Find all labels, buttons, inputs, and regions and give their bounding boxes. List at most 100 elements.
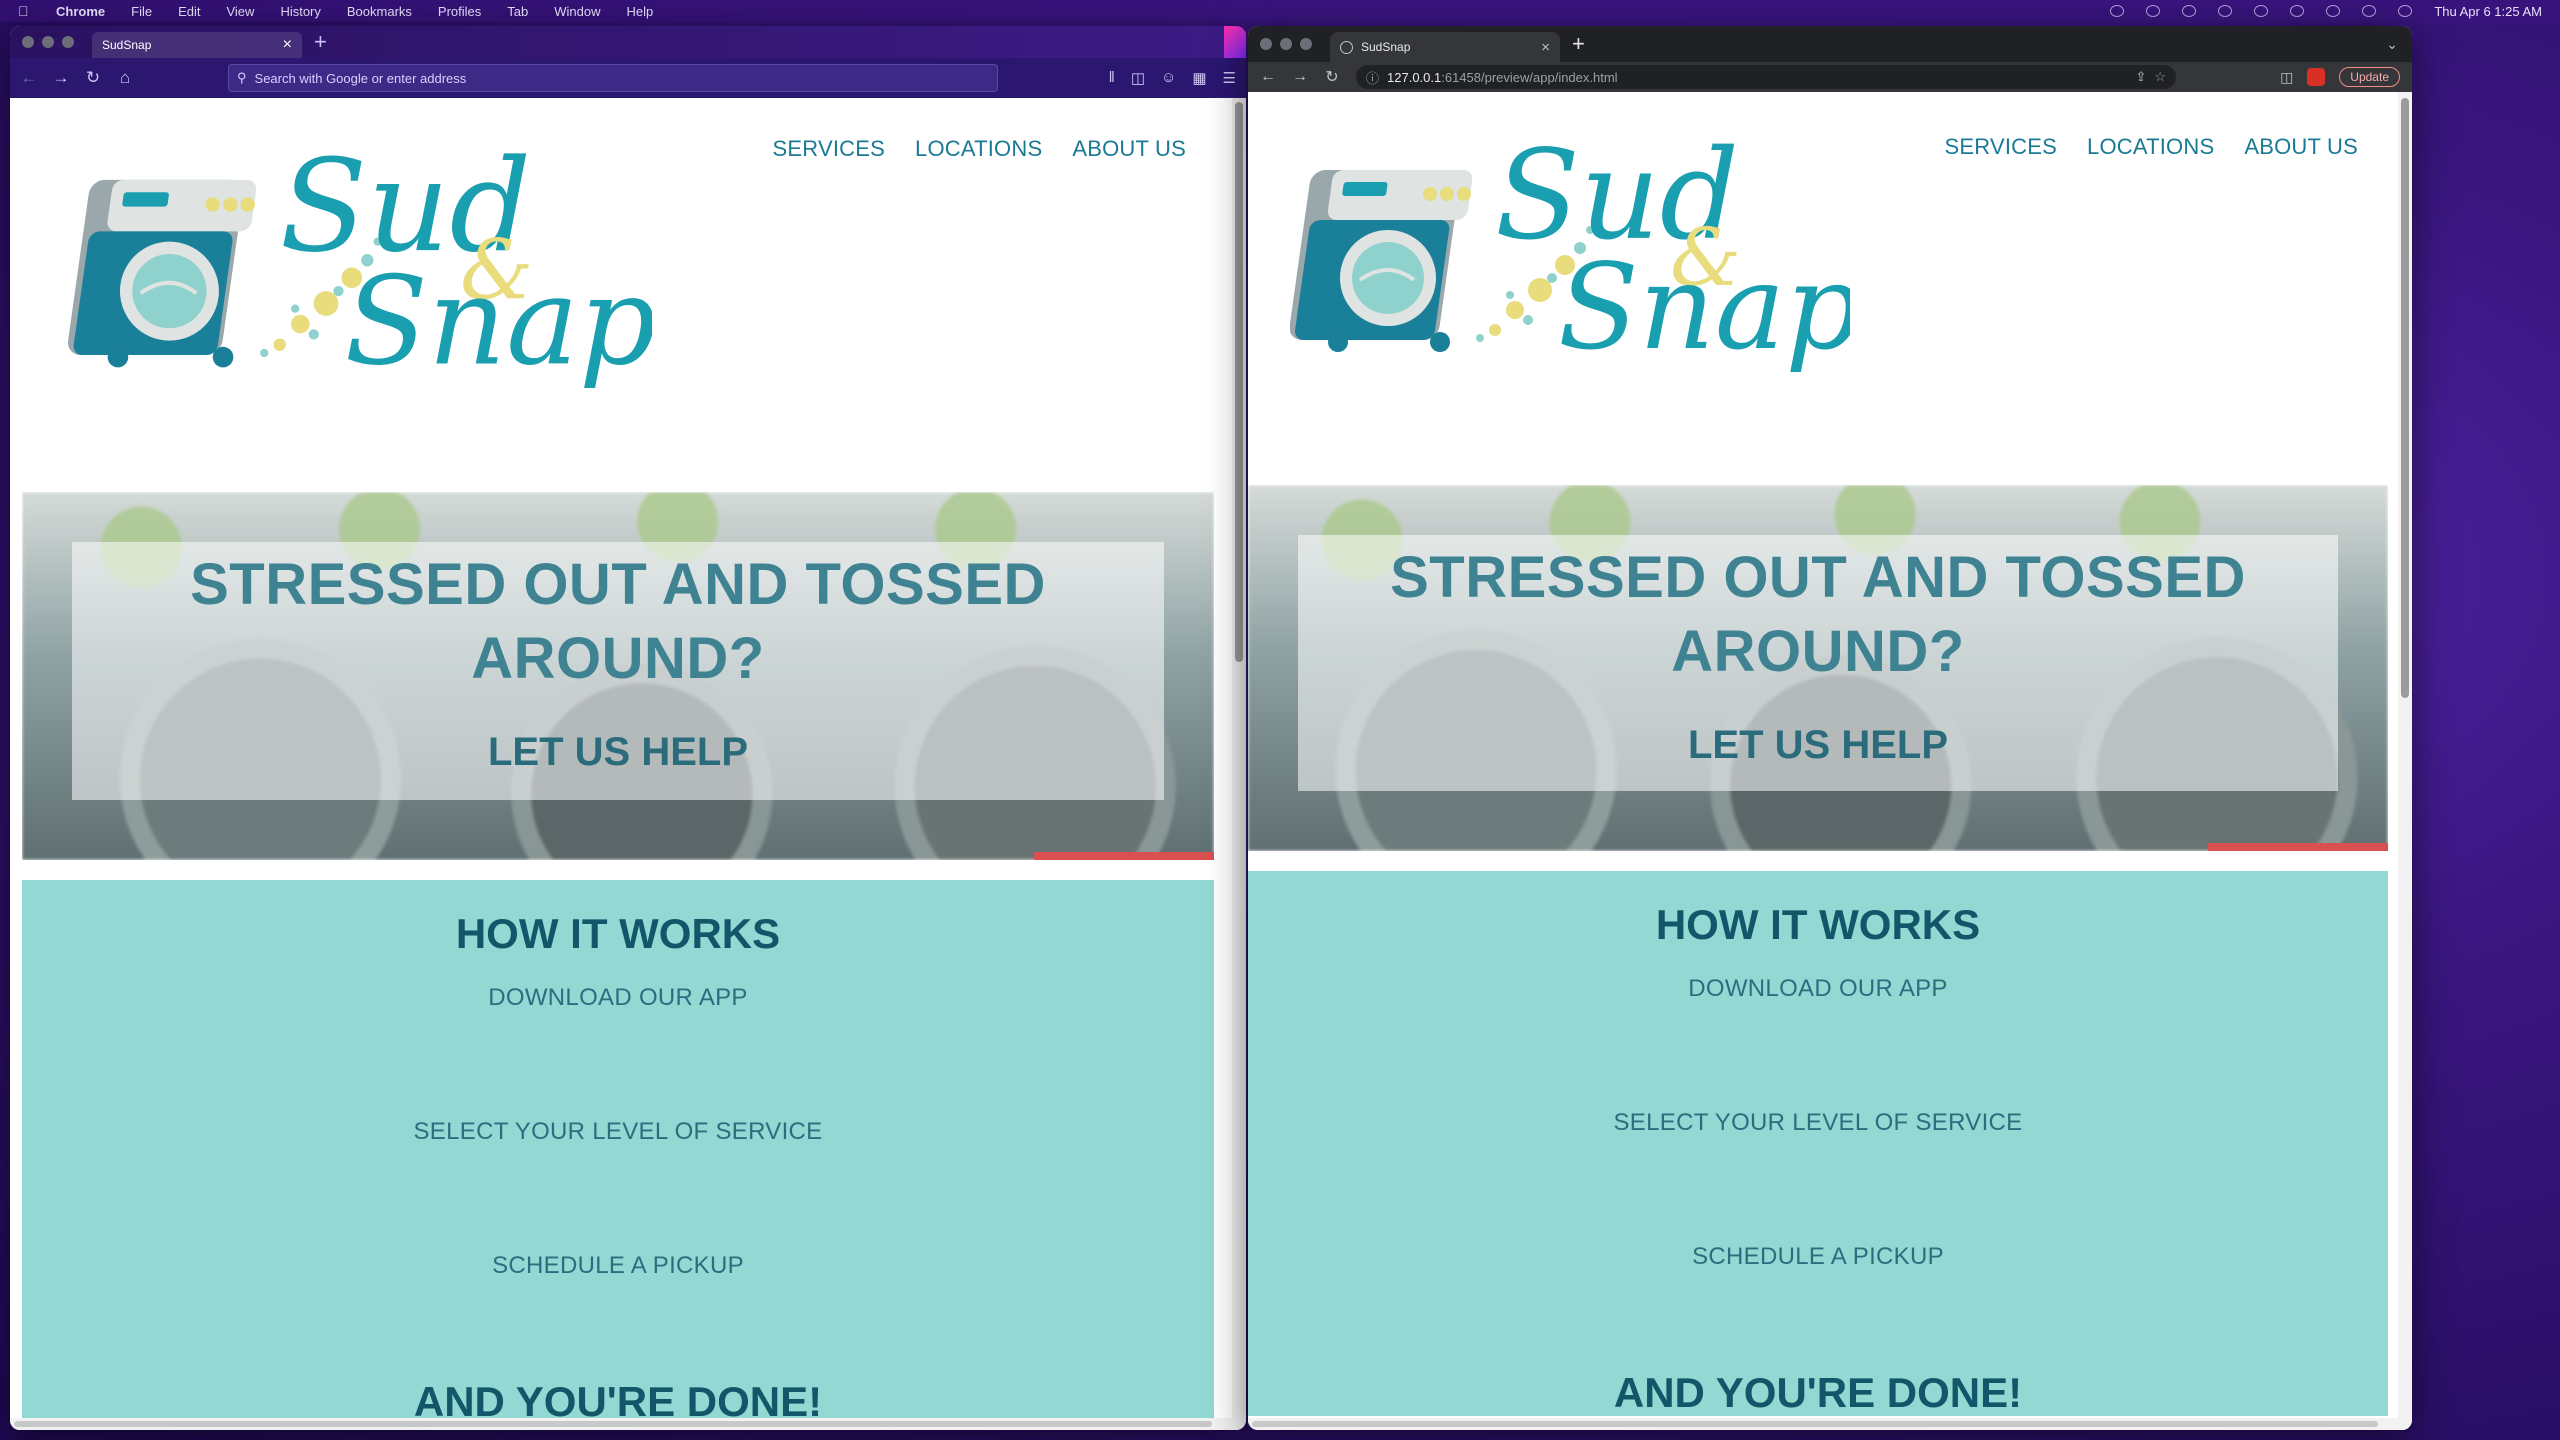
hero-section: STRESSED OUT AND TOSSED AROUND? LET US H… — [22, 492, 1214, 860]
step-download-app: DOWNLOAD OUR APP — [488, 984, 748, 1011]
nav-locations[interactable]: LOCATIONS — [915, 136, 1042, 162]
sidebar-icon[interactable]: ◫ — [1131, 69, 1145, 87]
side-panel-icon[interactable]: ◫ — [2280, 69, 2293, 86]
step-schedule-pickup: SCHEDULE A PICKUP — [1692, 1243, 1944, 1270]
sudsnap-logo[interactable]: Sud & Snap — [1290, 110, 1850, 372]
menu-edit[interactable]: Edit — [178, 4, 200, 19]
washing-machine-icon — [1290, 170, 1473, 352]
forward-icon[interactable]: → — [1292, 68, 1308, 86]
hero-heading: STRESSED OUT AND TOSSED AROUND? — [190, 552, 1046, 691]
firefox-tabbar: SudSnap × + — [10, 26, 1246, 58]
library-icon[interactable]: ‖ — [1109, 69, 1115, 87]
hero-heading: STRESSED OUT AND TOSSED AROUND? — [1390, 545, 2246, 684]
close-window-button[interactable] — [1260, 38, 1272, 50]
reload-icon[interactable]: ↻ — [1324, 67, 1340, 87]
menu-tab[interactable]: Tab — [507, 4, 528, 19]
firefox-tab[interactable]: SudSnap × — [92, 32, 302, 58]
share-icon[interactable]: ⇪ — [2135, 69, 2146, 85]
sync-icon[interactable] — [2182, 5, 2197, 17]
address-placeholder: Search with Google or enter address — [254, 70, 467, 86]
forward-icon[interactable]: → — [52, 68, 70, 88]
back-icon[interactable]: ← — [20, 68, 38, 88]
nav-services[interactable]: SERVICES — [1945, 134, 2057, 160]
site-nav: SERVICES LOCATIONS ABOUT US — [773, 136, 1186, 162]
minimize-window-button[interactable] — [1280, 38, 1292, 50]
window-controls — [1248, 38, 1312, 50]
menu-profiles[interactable]: Profiles — [438, 4, 481, 19]
menu-history[interactable]: History — [280, 4, 320, 19]
hero-panel: STRESSED OUT AND TOSSED AROUND? LET US H… — [72, 542, 1164, 800]
play-icon[interactable] — [2254, 5, 2269, 17]
close-tab-icon[interactable]: × — [1541, 39, 1550, 56]
nav-about-us[interactable]: ABOUT US — [2244, 134, 2358, 160]
search-icon: ⚲ — [237, 70, 247, 85]
macos-menubar:  Chrome File Edit View History Bookmark… — [0, 0, 2560, 22]
account-icon[interactable]: ☺ — [1161, 69, 1176, 87]
washing-machine-icon — [67, 179, 257, 368]
new-tab-icon[interactable]: + — [314, 29, 327, 55]
step-select-service: SELECT YOUR LEVEL OF SERVICE — [1613, 1109, 2023, 1136]
cloud-icon[interactable] — [2146, 5, 2161, 17]
menu-help[interactable]: Help — [627, 4, 654, 19]
nav-locations[interactable]: LOCATIONS — [2087, 134, 2214, 160]
logo-word-snap: Snap — [1558, 238, 1850, 372]
bookmark-star-icon[interactable]: ☆ — [2154, 69, 2166, 85]
update-button[interactable]: Update — [2339, 67, 2400, 87]
address-bar[interactable]: ⚲ Search with Google or enter address — [228, 64, 998, 92]
info-icon[interactable]: ⓘ — [1366, 68, 1379, 87]
back-icon[interactable]: ← — [1260, 68, 1276, 86]
vertical-scrollbar[interactable] — [1232, 98, 1246, 1430]
menubar-datetime[interactable]: Thu Apr 6 1:25 AM — [2434, 4, 2542, 19]
wifi-icon[interactable] — [2290, 5, 2305, 17]
horizontal-scrollbar[interactable] — [10, 1418, 1232, 1430]
tab-title: SudSnap — [102, 38, 152, 52]
webpage: Sud & Snap SERVICES LOCATIONS ABOUT US S… — [10, 98, 1246, 1430]
hero-subheading: LET US HELP — [487, 730, 749, 774]
menu-window[interactable]: Window — [554, 4, 600, 19]
webpage: Sud & Snap SERVICES LOCATIONS ABOUT US S… — [1248, 92, 2412, 1430]
sudsnap-logo[interactable]: Sud & Snap — [62, 118, 652, 388]
clock-icon[interactable] — [2326, 5, 2341, 17]
menu-bookmarks[interactable]: Bookmarks — [347, 4, 412, 19]
chrome-tabbar: SudSnap × + ⌄ — [1248, 26, 2412, 62]
globe-icon — [1340, 40, 1353, 54]
extensions-icon[interactable]: ▦ — [1192, 69, 1206, 87]
chrome-navbar: ← → ↻ ⓘ 127.0.0.1:61458/preview/app/inde… — [1248, 62, 2412, 92]
site-nav: SERVICES LOCATIONS ABOUT US — [1945, 134, 2358, 160]
how-heading: HOW IT WORKS — [455, 910, 781, 957]
horizontal-scrollbar[interactable] — [1248, 1418, 2398, 1430]
control-center-icon[interactable] — [2398, 5, 2413, 17]
logo-word-snap: Snap — [345, 250, 652, 388]
address-bar[interactable]: ⓘ 127.0.0.1:61458/preview/app/index.html… — [1356, 65, 2176, 89]
url-host: 127.0.0.1 — [1387, 69, 1442, 85]
firefox-corner-accent — [1224, 26, 1246, 58]
how-heading: HOW IT WORKS — [1655, 901, 1981, 948]
extension-icon[interactable] — [2307, 68, 2326, 86]
home-icon[interactable]: ⌂ — [116, 68, 134, 88]
menu-file[interactable]: File — [131, 4, 152, 19]
menu-view[interactable]: View — [226, 4, 254, 19]
vertical-scrollbar[interactable] — [2398, 92, 2412, 1430]
menu-app[interactable]: Chrome — [56, 4, 105, 19]
how-it-works-section: HOW IT WORKS DOWNLOAD OUR APP SELECT YOU… — [22, 880, 1214, 1425]
status-icon[interactable] — [2110, 5, 2125, 17]
new-tab-icon[interactable]: + — [1572, 31, 1585, 57]
bluetooth-icon[interactable] — [2218, 5, 2233, 17]
firefox-window: SudSnap × + ← → ↻ ⌂ ⚲ Search with Google… — [10, 26, 1246, 1430]
minimize-window-button[interactable] — [42, 36, 54, 48]
chrome-tab[interactable]: SudSnap × — [1330, 32, 1560, 62]
nav-about-us[interactable]: ABOUT US — [1072, 136, 1186, 162]
zoom-window-button[interactable] — [1300, 38, 1312, 50]
search-icon[interactable] — [2362, 5, 2377, 17]
zoom-window-button[interactable] — [62, 36, 74, 48]
firefox-navbar: ← → ↻ ⌂ ⚲ Search with Google or enter ad… — [10, 58, 1246, 98]
menu-icon[interactable]: ☰ — [1223, 69, 1236, 87]
hero-subheading: LET US HELP — [1687, 723, 1949, 767]
close-tab-icon[interactable]: × — [283, 36, 292, 54]
apple-icon[interactable]:  — [18, 4, 32, 18]
reload-icon[interactable]: ↻ — [84, 68, 102, 88]
close-window-button[interactable] — [22, 36, 34, 48]
chevron-down-icon[interactable]: ⌄ — [2386, 36, 2398, 53]
nav-services[interactable]: SERVICES — [773, 136, 885, 162]
step-schedule-pickup: SCHEDULE A PICKUP — [492, 1252, 744, 1279]
